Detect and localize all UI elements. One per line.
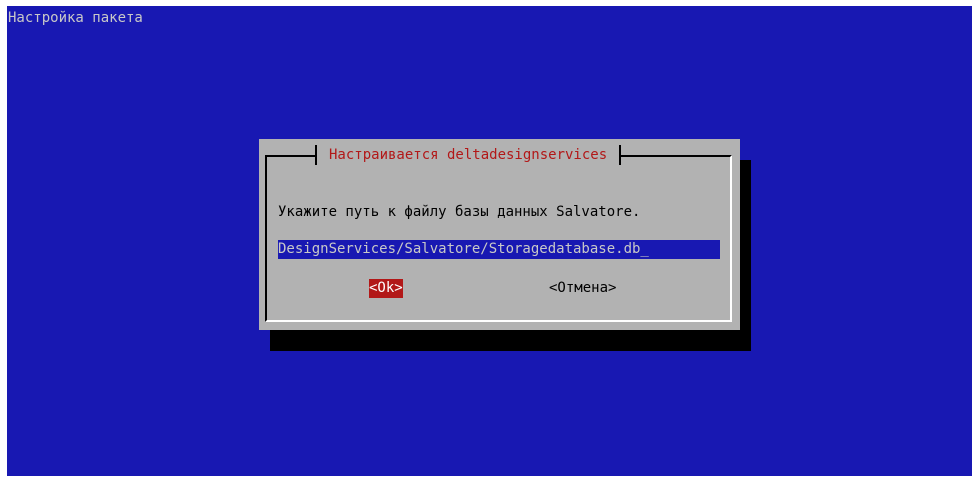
dialog-title: Настраивается deltadesignservices xyxy=(329,147,608,163)
database-path-input[interactable]: DesignServices/Salvatore/Storagedatabase… xyxy=(278,240,720,259)
dialog-prompt: Укажите путь к файлу базы данных Salvato… xyxy=(278,204,641,220)
dialog-frame xyxy=(265,155,732,322)
dialog-title-box: Настраивается deltadesignservices xyxy=(315,145,622,165)
cancel-button[interactable]: <Отмена> xyxy=(549,279,616,298)
config-dialog: Настраивается deltadesignservices Укажит… xyxy=(259,139,740,330)
terminal-screen: Настройка пакета Настраивается deltadesi… xyxy=(7,6,972,476)
ok-button[interactable]: <Ok> xyxy=(369,279,403,298)
backtitle: Настройка пакета xyxy=(8,10,143,26)
